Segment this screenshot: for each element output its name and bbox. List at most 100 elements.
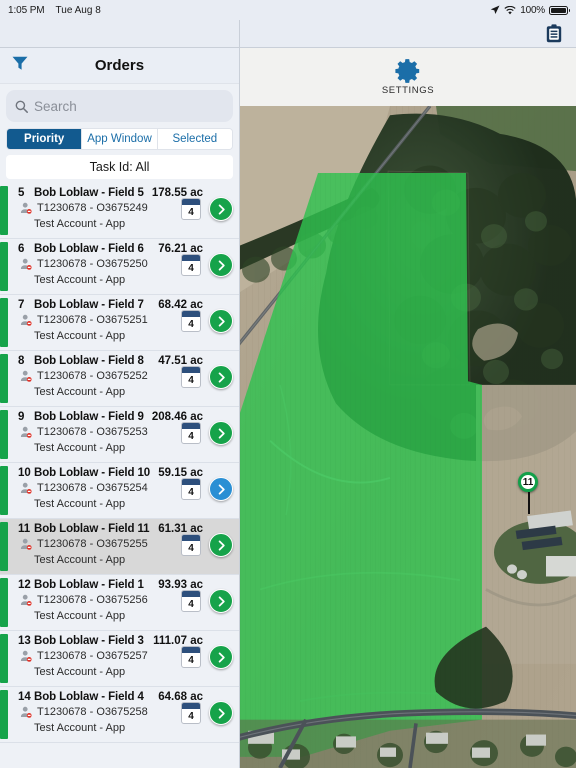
table-row[interactable]: 10 Bob Loblaw - Field 10 59.15 ac T1230678 … bbox=[0, 463, 239, 519]
satellite-map[interactable]: 11 LN AVE S 29T bbox=[240, 106, 576, 768]
orders-panel: Orders Search Priority App Window Select… bbox=[0, 48, 240, 768]
priority-bar bbox=[0, 186, 8, 235]
chevron-right-icon bbox=[218, 596, 225, 606]
order-index: 6 bbox=[18, 243, 25, 255]
priority-bar bbox=[0, 410, 8, 459]
order-id: T1230678 - O3675253 bbox=[37, 426, 148, 438]
segment-app-window[interactable]: App Window bbox=[82, 129, 158, 149]
order-field-name: Bob Loblaw - Field 1 bbox=[34, 579, 144, 591]
map-panel: SETTINGS 11 bbox=[240, 48, 576, 768]
page-title: Orders bbox=[94, 57, 145, 74]
order-id: T1230678 - O3675255 bbox=[37, 538, 148, 550]
search-icon bbox=[15, 100, 28, 113]
order-row-primary: 8 Bob Loblaw - Field 8 47.51 ac bbox=[18, 351, 233, 367]
order-row-primary: 6 Bob Loblaw - Field 6 76.21 ac bbox=[18, 239, 233, 255]
app-root: 1:05 PM Tue Aug 8 100% Orders Search Pri… bbox=[0, 0, 576, 768]
due-days-badge: 4 bbox=[181, 422, 201, 444]
priority-bar bbox=[0, 522, 8, 571]
settings-label: SETTINGS bbox=[381, 85, 435, 96]
chevron-right-icon bbox=[218, 708, 225, 718]
contact-icon bbox=[20, 258, 32, 270]
battery-icon bbox=[549, 5, 570, 15]
priority-bar bbox=[0, 242, 8, 291]
due-days-value: 4 bbox=[188, 655, 194, 666]
table-row[interactable]: 14 Bob Loblaw - Field 4 64.68 ac T1230678 -… bbox=[0, 687, 239, 743]
table-row[interactable]: 7 Bob Loblaw - Field 7 68.42 ac T1230678 - … bbox=[0, 295, 239, 351]
chevron-right-icon bbox=[218, 540, 225, 550]
open-order-button[interactable] bbox=[209, 645, 233, 669]
open-order-button[interactable] bbox=[209, 533, 233, 557]
battery-percent: 100% bbox=[520, 4, 545, 16]
order-id: T1230678 - O3675256 bbox=[37, 594, 148, 606]
orders-list[interactable]: 5 Bob Loblaw - Field 5 178.55 ac T1230678 -… bbox=[0, 183, 239, 768]
table-row[interactable]: 8 Bob Loblaw - Field 8 47.51 ac T1230678 - … bbox=[0, 351, 239, 407]
settings-button[interactable]: SETTINGS bbox=[240, 48, 576, 106]
table-row[interactable]: 13 Bob Loblaw - Field 3 111.07 ac T1230678 … bbox=[0, 631, 239, 687]
chevron-right-icon bbox=[218, 484, 225, 494]
due-days-badge: 4 bbox=[181, 198, 201, 220]
segment-selected[interactable]: Selected bbox=[157, 129, 232, 149]
order-id: T1230678 - O3675254 bbox=[37, 482, 148, 494]
chevron-right-icon bbox=[218, 372, 225, 382]
map-pin-field-11[interactable]: 11 bbox=[518, 472, 540, 514]
toolbar-right bbox=[240, 20, 576, 47]
clipboard-icon[interactable] bbox=[546, 24, 562, 43]
due-days-value: 4 bbox=[188, 263, 194, 274]
task-id-filter[interactable]: Task Id: All bbox=[6, 155, 233, 179]
order-field-name: Bob Loblaw - Field 10 bbox=[34, 467, 151, 479]
wifi-icon bbox=[504, 5, 516, 14]
order-index: 14 bbox=[18, 691, 31, 703]
filter-icon[interactable] bbox=[12, 56, 28, 76]
table-row[interactable]: 5 Bob Loblaw - Field 5 178.55 ac T1230678 -… bbox=[0, 183, 239, 239]
due-days-badge: 4 bbox=[181, 534, 201, 556]
status-indicators: 100% bbox=[490, 4, 570, 16]
status-date: Tue Aug 8 bbox=[55, 4, 101, 16]
order-row-primary: 7 Bob Loblaw - Field 7 68.42 ac bbox=[18, 295, 233, 311]
order-index: 12 bbox=[18, 579, 31, 591]
search-input[interactable]: Search bbox=[6, 90, 233, 122]
due-days-value: 4 bbox=[188, 207, 194, 218]
table-row[interactable]: 12 Bob Loblaw - Field 1 93.93 ac T1230678 -… bbox=[0, 575, 239, 631]
priority-bar bbox=[0, 578, 8, 627]
order-row-primary: 14 Bob Loblaw - Field 4 64.68 ac bbox=[18, 687, 233, 703]
order-row-primary: 9 Bob Loblaw - Field 9 208.46 ac bbox=[18, 407, 233, 423]
open-order-button[interactable] bbox=[209, 421, 233, 445]
priority-bar bbox=[0, 466, 8, 515]
location-arrow-icon bbox=[490, 5, 500, 14]
search-placeholder: Search bbox=[34, 98, 77, 114]
segment-priority[interactable]: Priority bbox=[7, 129, 83, 149]
map-imagery bbox=[240, 106, 576, 768]
order-index: 11 bbox=[18, 523, 31, 535]
top-toolbar bbox=[0, 20, 576, 48]
table-row[interactable]: 11 Bob Loblaw - Field 11 61.31 ac T1230678 … bbox=[0, 519, 239, 575]
open-order-button[interactable] bbox=[209, 477, 233, 501]
order-field-name: Bob Loblaw - Field 3 bbox=[34, 635, 144, 647]
view-mode-segmented-control[interactable]: Priority App Window Selected bbox=[6, 128, 233, 150]
due-days-badge: 4 bbox=[181, 254, 201, 276]
open-order-button[interactable] bbox=[209, 309, 233, 333]
due-days-value: 4 bbox=[188, 431, 194, 442]
order-index: 9 bbox=[18, 411, 25, 423]
due-days-badge: 4 bbox=[181, 590, 201, 612]
open-order-button[interactable] bbox=[209, 197, 233, 221]
open-order-button[interactable] bbox=[209, 589, 233, 613]
order-row-primary: 12 Bob Loblaw - Field 1 93.93 ac bbox=[18, 575, 233, 591]
status-bar: 1:05 PM Tue Aug 8 100% bbox=[0, 0, 576, 20]
priority-bar bbox=[0, 634, 8, 683]
open-order-button[interactable] bbox=[209, 253, 233, 277]
table-row[interactable]: 9 Bob Loblaw - Field 9 208.46 ac T1230678 -… bbox=[0, 407, 239, 463]
map-pin-stem bbox=[528, 492, 530, 514]
due-days-value: 4 bbox=[188, 599, 194, 610]
due-days-value: 4 bbox=[188, 375, 194, 386]
order-id: T1230678 - O3675250 bbox=[37, 258, 148, 270]
chevron-right-icon bbox=[218, 204, 225, 214]
order-field-name: Bob Loblaw - Field 5 bbox=[34, 187, 144, 199]
open-order-button[interactable] bbox=[209, 701, 233, 725]
open-order-button[interactable] bbox=[209, 365, 233, 389]
order-id: T1230678 - O3675252 bbox=[37, 370, 148, 382]
gear-icon bbox=[395, 59, 420, 83]
order-row-primary: 10 Bob Loblaw - Field 10 59.15 ac bbox=[18, 463, 233, 479]
chevron-right-icon bbox=[218, 428, 225, 438]
order-field-name: Bob Loblaw - Field 11 bbox=[34, 523, 150, 535]
table-row[interactable]: 6 Bob Loblaw - Field 6 76.21 ac T1230678 - … bbox=[0, 239, 239, 295]
